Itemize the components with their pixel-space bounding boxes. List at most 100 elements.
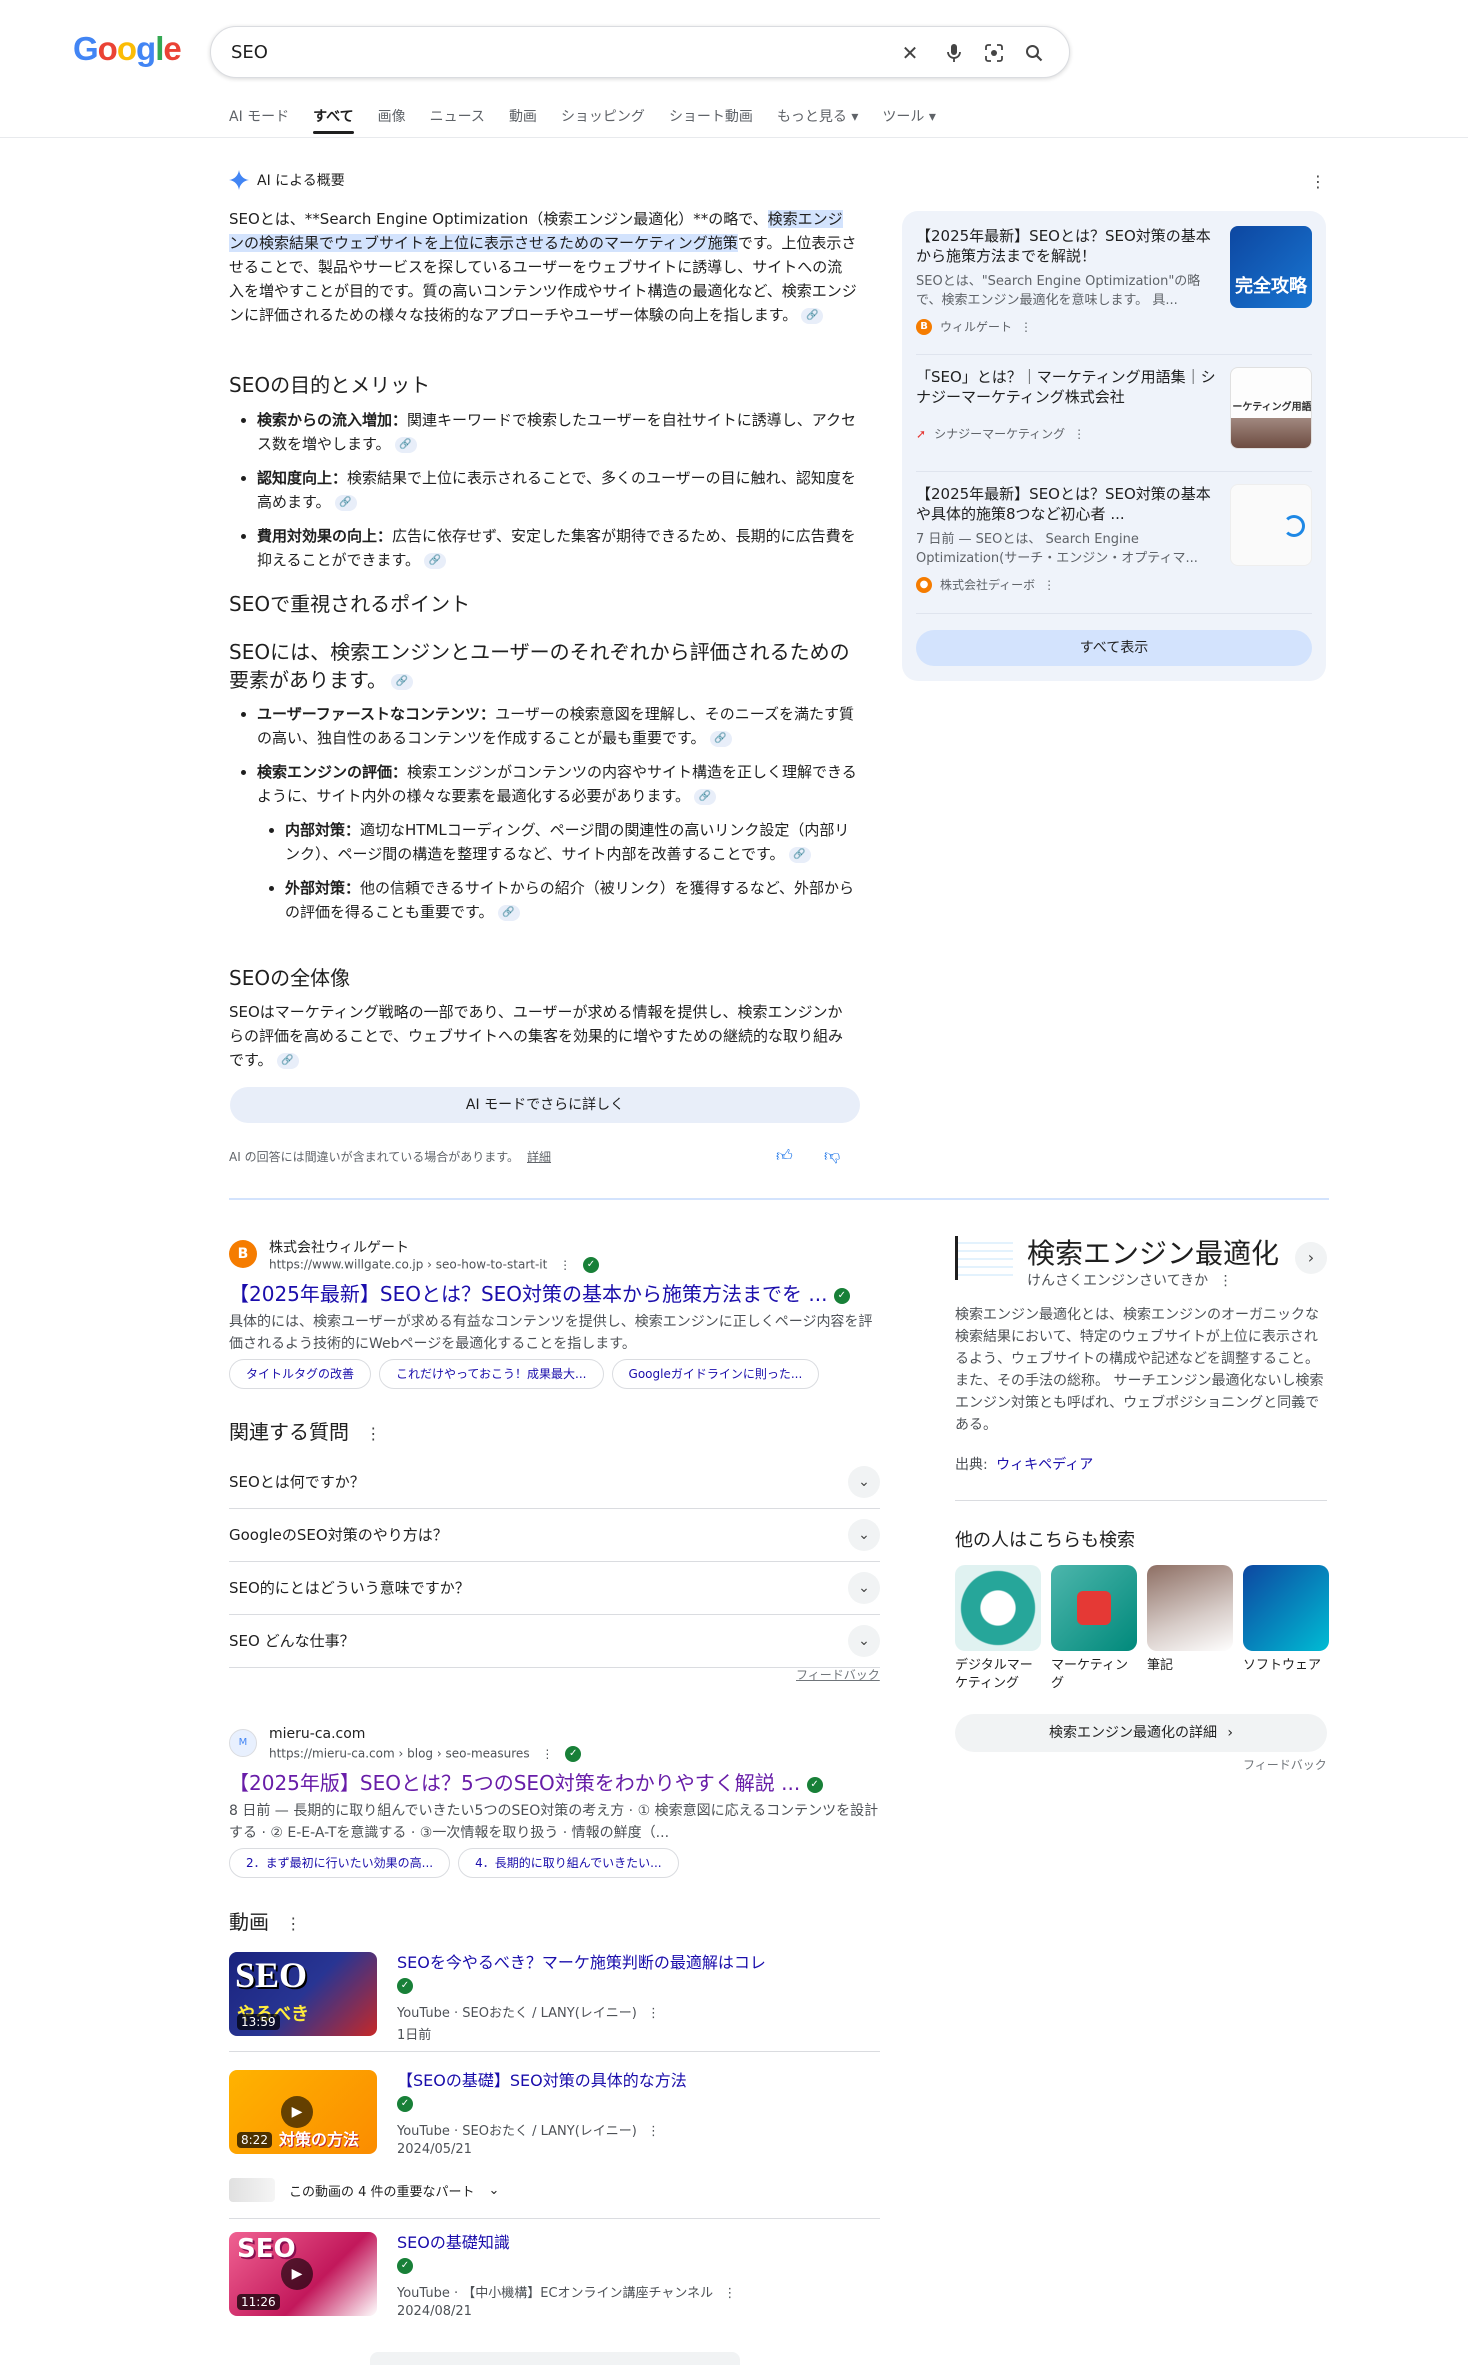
video-title-link[interactable]: SEOの基礎知識 — [397, 2232, 510, 2254]
sitelink-chip[interactable]: 2．まず最初に行いたい効果の高... — [229, 1848, 451, 1878]
citation-link-icon[interactable]: 🔗 — [694, 788, 717, 805]
more-options-icon[interactable]: ⋮ — [1073, 427, 1085, 441]
tab-news[interactable]: ニュース — [430, 104, 497, 134]
list-item: ユーザーファーストなコンテンツ：ユーザーの検索意図を理解し、そのニーズを満たす質… — [257, 702, 857, 750]
sitelink-chip[interactable]: Googleガイドラインに則った... — [611, 1359, 820, 1389]
more-options-icon[interactable]: ⋮ — [723, 2286, 736, 2301]
list-item: 検索からの流入増加：関連キーワードで検索したユーザーを自社サイトに誘導し、アクセ… — [257, 408, 857, 456]
sitelink-chip[interactable]: 4．長期的に取り組んでいきたい... — [458, 1848, 679, 1878]
search-icon[interactable] — [1019, 38, 1049, 68]
tab-images[interactable]: 画像 — [378, 104, 418, 134]
more-options-icon[interactable]: ⋮ — [559, 1258, 571, 1272]
citation-link-icon[interactable]: 🔗 — [334, 494, 357, 511]
more-options-icon[interactable]: ⋮ — [365, 1424, 381, 1443]
more-options-icon[interactable]: ⋮ — [647, 2124, 660, 2139]
result-title-link[interactable]: 【2025年版】SEOとは？5つのSEO対策をわかりやすく解説 ... ✓ — [229, 1770, 823, 1796]
source-item[interactable]: 【2025年最新】SEOとは？SEO対策の基本から施策方法までを解説！ SEOと… — [916, 226, 1312, 335]
citation-link-icon[interactable]: 🔗 — [424, 552, 447, 569]
ai-heading-purpose: SEOの目的とメリット — [229, 373, 431, 397]
more-options-icon[interactable]: ⋮ — [285, 1914, 301, 1933]
tab-ai-mode[interactable]: AI モード — [229, 104, 301, 134]
paa-question[interactable]: SEOとは何ですか？ ⌄ — [229, 1456, 880, 1509]
citation-link-icon[interactable]: 🔗 — [394, 436, 417, 453]
video-title-link[interactable]: 【SEOの基礎】SEO対策の具体的な方法 — [397, 2070, 687, 2092]
tab-shopping[interactable]: ショッピング — [561, 104, 657, 134]
kp-title: 検索エンジン最適化 — [1027, 1237, 1280, 1270]
video-source: YouTube · SEOおたく / LANY(レイニー) ⋮ — [397, 2124, 660, 2139]
video-item[interactable]: ▶ 対策の方法 8:22 【SEOの基礎】SEO対策の具体的な方法 ✓ YouT… — [229, 2070, 880, 2170]
tab-all[interactable]: すべて — [313, 104, 365, 134]
clear-icon[interactable]: ✕ — [895, 38, 925, 68]
more-options-icon[interactable]: ⋮ — [1043, 578, 1055, 592]
lens-icon[interactable] — [979, 38, 1009, 68]
paa-question[interactable]: GoogleのSEO対策のやり方は？ ⌄ — [229, 1509, 880, 1562]
chevron-right-icon[interactable]: › — [1295, 1242, 1327, 1274]
video-thumbnail[interactable]: SEO やるべき 13:59 — [229, 1952, 377, 2036]
citation-link-icon[interactable]: 🔗 — [801, 307, 824, 324]
video-item[interactable]: SEO やるべき 13:59 SEOを今やるべき？マーケ施策判断の最適解はコレ … — [229, 1952, 880, 2052]
paa-question[interactable]: SEO どんな仕事？ ⌄ — [229, 1615, 880, 1668]
related-search-item[interactable]: 筆記 — [1147, 1565, 1233, 1675]
result-chips: 2．まず最初に行いたい効果の高... 4．長期的に取り組んでいきたい... — [229, 1848, 687, 1878]
source-item[interactable]: 【2025年最新】SEOとは？SEO対策の基本や具体的施策8つなど初心者 ...… — [916, 484, 1312, 593]
list-item: 認知度向上：検索結果で上位に表示されることで、多くのユーザーの目に触れ、認知度を… — [257, 466, 857, 514]
citation-link-icon[interactable]: 🔗 — [391, 673, 413, 690]
citation-link-icon[interactable]: 🔗 — [276, 1052, 299, 1069]
key-moments-toggle[interactable]: この動画の 4 件の重要なパート ⌄ — [229, 2178, 499, 2202]
kp-feedback-link[interactable]: フィードバック — [1243, 1756, 1327, 1773]
more-options-icon[interactable]: ⋮ — [1219, 1273, 1233, 1289]
thumbs-down-icon[interactable]: 👎︎ — [824, 1146, 840, 1166]
kp-thumbnail[interactable] — [955, 1236, 1013, 1280]
chevron-right-icon: › — [1227, 1725, 1234, 1741]
related-search-item[interactable]: マーケティング — [1051, 1565, 1137, 1693]
related-search-item[interactable]: デジタルマーケティング — [955, 1565, 1041, 1693]
gemini-sparkle-icon — [229, 170, 249, 190]
ai-overview-title: AI による概要 — [257, 173, 345, 189]
synergy-favicon-icon: ➚ — [916, 426, 927, 441]
source-item[interactable]: 「SEO」とは？｜マーケティング用語集｜シナジーマーケティング株式会社 ➚ シナジ… — [916, 367, 1312, 449]
ai-mode-more-button[interactable]: AI モードでさらに詳しく — [230, 1087, 860, 1123]
video-title-link[interactable]: SEOを今やるべき？マーケ施策判断の最適解はコレ — [397, 1952, 766, 1974]
sitelink-chip[interactable]: タイトルタグの改善 — [229, 1359, 372, 1389]
details-link[interactable]: 詳細 — [527, 1150, 551, 1164]
video-thumbnail[interactable]: SEO ▶ 11:26 — [229, 2232, 377, 2316]
more-options-icon[interactable]: ⋮ — [1020, 320, 1032, 334]
tab-short-videos[interactable]: ショート動画 — [669, 104, 765, 134]
result-chips: タイトルタグの改善 これだけやっておこう！成果最大... Googleガイドラインに… — [229, 1359, 827, 1389]
search-input[interactable] — [231, 39, 881, 65]
paa-feedback-link[interactable]: フィードバック — [796, 1666, 880, 1683]
search-tabs: AI モード すべて 画像 ニュース 動画 ショッピング ショート動画 もっと見… — [229, 104, 960, 134]
divider — [955, 1500, 1327, 1501]
verified-icon: ✓ — [397, 1978, 413, 1994]
verified-icon: ✓ — [582, 1257, 599, 1273]
thumbs-up-icon[interactable]: 👍︎ — [776, 1146, 793, 1166]
kp-source: 出典: ウィキペディア — [955, 1457, 1094, 1473]
video-thumbnail[interactable]: ▶ 対策の方法 8:22 — [229, 2070, 377, 2154]
search-box[interactable]: ✕ — [210, 26, 1070, 78]
sitelink-chip[interactable]: これだけやっておこう！成果最大... — [379, 1359, 604, 1389]
result-url[interactable]: https://www.willgate.co.jp › seo-how-to-… — [269, 1257, 599, 1273]
microphone-icon[interactable] — [939, 38, 969, 68]
result-url[interactable]: https://mieru-ca.com › blog › seo-measur… — [269, 1746, 582, 1762]
citation-link-icon[interactable]: 🔗 — [497, 904, 520, 921]
related-search-item[interactable]: ソフトウェア — [1243, 1565, 1329, 1675]
citation-link-icon[interactable]: 🔗 — [788, 846, 811, 863]
tab-more[interactable]: もっと見る ▾ — [777, 104, 870, 134]
kp-details-button[interactable]: 検索エンジン最適化の詳細 › — [955, 1714, 1327, 1752]
more-options-icon[interactable]: ⋮ — [647, 2006, 660, 2021]
video-item[interactable]: SEO ▶ 11:26 SEOの基礎知識 ✓ YouTube · 【中小機構】E… — [229, 2232, 880, 2332]
tab-videos[interactable]: 動画 — [509, 104, 549, 134]
source-thumbnail: 完全攻略 — [1230, 226, 1312, 308]
result-title-link[interactable]: 【2025年最新】SEOとは？SEO対策の基本から施策方法までを ... ✓ — [229, 1281, 850, 1307]
more-options-icon[interactable]: ⋮ — [1310, 172, 1326, 191]
paa-question[interactable]: SEO的にとはどういう意味ですか？ ⌄ — [229, 1562, 880, 1615]
more-videos-button[interactable] — [370, 2352, 740, 2365]
citation-link-icon[interactable]: 🔗 — [709, 730, 732, 747]
result-site-name[interactable]: mieru-ca.com — [269, 1726, 365, 1742]
google-logo[interactable]: Google — [73, 30, 182, 68]
result-site-name[interactable]: 株式会社ウィルゲート — [269, 1237, 409, 1257]
wikipedia-link[interactable]: ウィキペディア — [996, 1457, 1093, 1473]
tab-tools[interactable]: ツール ▾ — [882, 104, 947, 134]
more-options-icon[interactable]: ⋮ — [541, 1747, 553, 1761]
show-all-sources-button[interactable]: すべて表示 — [916, 630, 1312, 666]
